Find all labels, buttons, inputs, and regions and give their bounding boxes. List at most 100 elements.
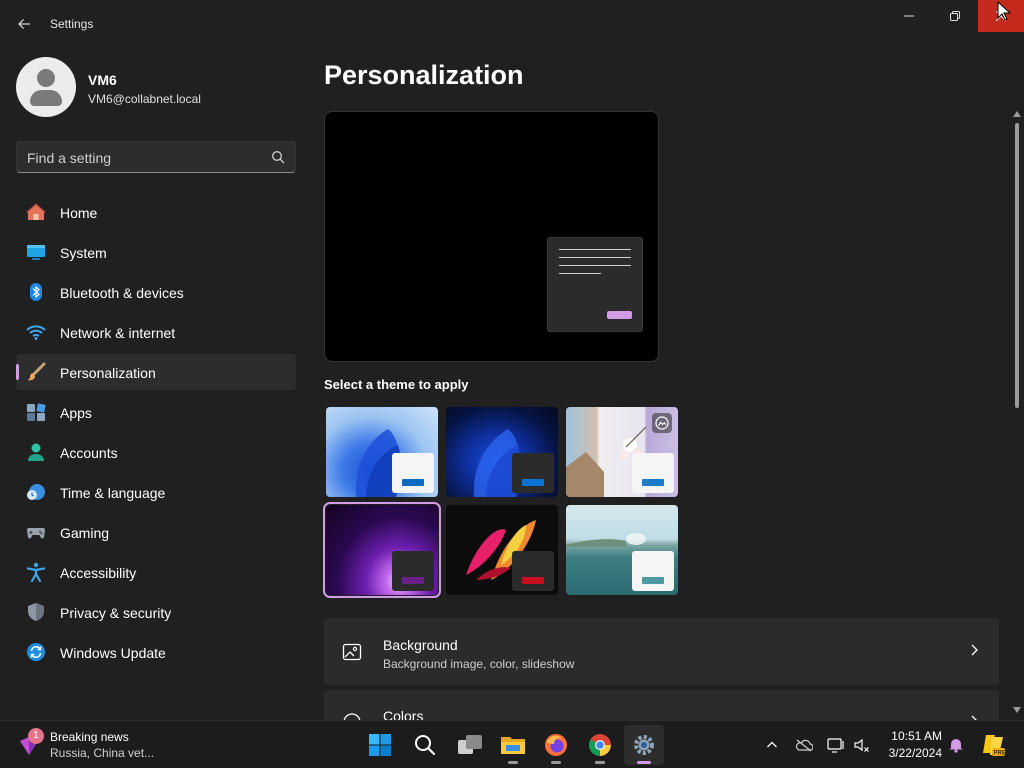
network-tray-button[interactable] <box>826 735 846 755</box>
firefox-button[interactable] <box>536 725 576 765</box>
theme-tile-captured-motion[interactable] <box>446 505 558 595</box>
brush-icon <box>27 362 46 381</box>
theme-tile-glow[interactable] <box>323 502 441 598</box>
sidebar-item-personalization[interactable]: Personalization <box>16 354 296 390</box>
scroll-down-arrow[interactable] <box>1013 707 1021 713</box>
search-icon <box>415 735 436 756</box>
theme-tile-flow[interactable] <box>566 505 678 595</box>
shield-icon <box>28 603 44 621</box>
sidebar-item-label: Windows Update <box>60 645 166 661</box>
scrollbar[interactable] <box>1012 111 1022 716</box>
accessibility-icon <box>26 562 46 582</box>
sidebar-item-label: System <box>60 245 107 261</box>
sidebar-item-label: Gaming <box>60 525 110 541</box>
sidebar-item-accessibility[interactable]: Accessibility <box>16 554 296 590</box>
taskbar: 1 Breaking news Russia, China vet... 10:… <box>0 720 1024 768</box>
background-setting-card[interactable]: Background Background image, color, slid… <box>324 618 999 685</box>
sidebar-item-label: Accessibility <box>60 565 137 581</box>
back-button[interactable] <box>12 12 36 36</box>
start-button[interactable] <box>360 725 400 765</box>
preview-window <box>547 237 643 332</box>
spotlight-badge <box>652 413 672 433</box>
volume-tray-button[interactable] <box>852 735 872 755</box>
search-icon[interactable] <box>271 150 285 164</box>
user-email: VM6@collabnet.local <box>88 92 201 106</box>
search-box[interactable] <box>16 141 296 173</box>
sidebar-item-label: Accounts <box>60 445 118 461</box>
running-indicator <box>551 761 561 764</box>
sidebar-item-label: Personalization <box>60 365 156 381</box>
chevron-right-icon <box>971 644 978 656</box>
sidebar-item-label: Home <box>60 205 98 221</box>
card-title: Background <box>383 637 458 653</box>
sidebar-item-home[interactable]: Home <box>16 194 296 230</box>
restore-button[interactable] <box>932 0 978 32</box>
minimize-button[interactable] <box>886 0 932 32</box>
settings-taskbar-button[interactable] <box>624 725 664 765</box>
running-indicator <box>637 761 651 764</box>
scroll-thumb[interactable] <box>1015 123 1019 408</box>
sidebar-item-label: Apps <box>60 405 92 421</box>
notification-bell-icon <box>949 739 963 753</box>
scroll-up-arrow[interactable] <box>1013 111 1021 117</box>
copilot-icon: PRE <box>983 735 1006 757</box>
clock-globe-icon <box>27 484 45 500</box>
theme-accent-swatch <box>402 479 424 486</box>
update-icon <box>27 643 45 661</box>
picture-icon <box>342 643 362 661</box>
task-view-button[interactable] <box>450 725 490 765</box>
sidebar-item-bluetooth[interactable]: Bluetooth & devices <box>16 274 296 310</box>
colors-setting-card[interactable]: Colors <box>324 690 999 731</box>
clock-date[interactable]: 3/22/2024 <box>884 746 942 760</box>
back-arrow-icon <box>18 19 30 29</box>
gamepad-icon <box>27 528 45 539</box>
theme-tile-windows-dark[interactable] <box>446 407 558 497</box>
sidebar-item-network[interactable]: Network & internet <box>16 314 296 350</box>
firefox-icon <box>545 734 567 756</box>
theme-accent-swatch <box>522 479 544 486</box>
sidebar-item-gaming[interactable]: Gaming <box>16 514 296 550</box>
news-widget[interactable]: 1 Breaking news Russia, China vet... <box>16 727 216 763</box>
chrome-button[interactable] <box>580 725 620 765</box>
theme-accent-swatch <box>642 577 664 584</box>
sidebar-item-label: Privacy & security <box>60 605 172 621</box>
sidebar-item-time-language[interactable]: Time & language <box>16 474 296 510</box>
settings-icon <box>634 735 654 755</box>
copilot-button[interactable]: PRE <box>980 732 1006 758</box>
clock-time[interactable]: 10:51 AM <box>884 729 942 743</box>
theme-accent-swatch <box>522 577 544 584</box>
themes-heading: Select a theme to apply <box>324 377 469 392</box>
sidebar-item-apps[interactable]: Apps <box>16 394 296 430</box>
theme-tile-windows-spotlight[interactable] <box>566 407 678 497</box>
onedrive-tray-button[interactable] <box>794 735 814 755</box>
sidebar-nav: Home System Bluetooth & devices Network … <box>16 194 296 674</box>
system-icon <box>27 245 45 260</box>
taskbar-search-button[interactable] <box>405 725 445 765</box>
apps-icon <box>27 403 46 421</box>
sidebar-item-windows-update[interactable]: Windows Update <box>16 634 296 670</box>
avatar[interactable] <box>16 57 76 117</box>
volume-muted-icon <box>854 738 869 752</box>
sidebar-item-privacy-security[interactable]: Privacy & security <box>16 594 296 630</box>
sidebar-item-system[interactable]: System <box>16 234 296 270</box>
restore-icon <box>950 11 960 21</box>
task-view-icon <box>458 735 482 754</box>
title-bar: Settings <box>0 0 1024 48</box>
home-icon <box>26 203 46 220</box>
show-hidden-icons-button[interactable] <box>762 735 782 755</box>
chrome-icon <box>589 734 611 756</box>
file-explorer-button[interactable] <box>493 725 533 765</box>
news-badge: 1 <box>28 728 44 744</box>
theme-accent-swatch <box>642 479 664 486</box>
theme-tile-windows-light[interactable] <box>326 407 438 497</box>
sidebar-item-accounts[interactable]: Accounts <box>16 434 296 470</box>
news-title: Breaking news <box>50 730 129 744</box>
news-subtitle: Russia, China vet... <box>50 746 155 760</box>
app-title: Settings <box>50 17 94 31</box>
notifications-button[interactable] <box>946 735 966 755</box>
preview-accent-button <box>607 311 632 319</box>
accounts-icon <box>28 443 44 461</box>
running-indicator <box>595 761 605 764</box>
minimize-icon <box>904 15 914 17</box>
search-input[interactable] <box>27 149 257 167</box>
